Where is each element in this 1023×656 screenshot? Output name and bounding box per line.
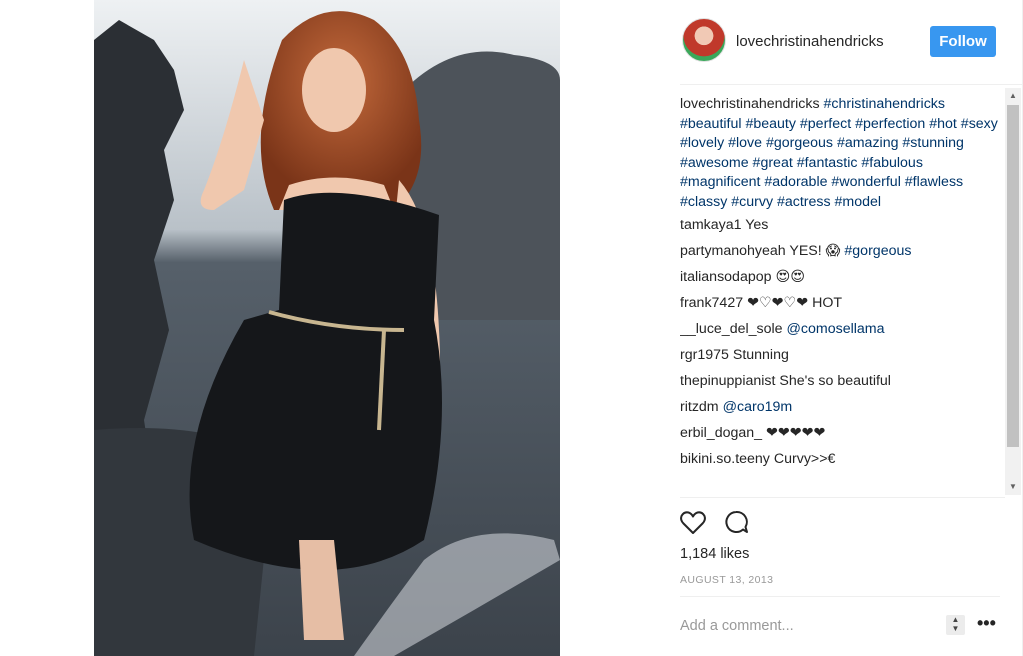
comment-text: Curvy>>€ [773,451,836,467]
heart-icon[interactable] [678,508,708,538]
comment-list[interactable]: lovechristinahendricks #christinahendric… [680,95,1002,495]
spinner-arrows-icon[interactable]: ▲ ▼ [946,615,965,635]
comment-item: bikini.so.teeny Curvy>>€ [680,450,1002,470]
comment-item: __luce_del_sole @comosellama [680,320,1002,340]
comment-username[interactable]: __luce_del_sole [680,321,783,337]
post-sidebar: lovechristinahendricks Follow lovechrist… [665,0,1023,656]
comment-text: ❤❤❤❤❤ [766,425,826,441]
comment-text: YES! 😱 [789,243,841,259]
caption-username[interactable]: lovechristinahendricks [680,96,820,112]
comment-item: partymanohyeah YES! 😱 #gorgeous [680,242,1002,262]
comment-username[interactable]: rgr1975 [680,347,729,363]
divider [680,497,1005,498]
comment-username[interactable]: erbil_dogan_ [680,425,762,441]
comment-username[interactable]: frank7427 [680,295,743,311]
divider [680,596,1000,597]
comment-mention[interactable]: #gorgeous [844,243,911,259]
more-options-button[interactable]: ••• [977,613,996,634]
comment-text: ❤♡❤♡❤ HOT [747,295,843,311]
comment-item: ritzdm @caro19m [680,398,1002,418]
caption: lovechristinahendricks #christinahendric… [680,95,1002,212]
comment-item: italiansodapop 😍😍 [680,268,1002,288]
comment-item: thepinuppianist She's so beautiful [680,372,1002,392]
comment-username[interactable]: italiansodapop [680,269,772,285]
post-header: lovechristinahendricks Follow [665,0,1023,84]
follow-button[interactable]: Follow [930,26,996,57]
comment-item: frank7427 ❤♡❤♡❤ HOT [680,294,1002,314]
comment-username[interactable]: ritzdm [680,399,719,415]
comment-text: Stunning [732,347,789,363]
photo-illustration [94,0,560,656]
post-date: AUGUST 13, 2013 [680,574,774,586]
comment-mention[interactable]: @comosellama [787,321,885,337]
divider [680,84,1023,85]
scrollbar-thumb[interactable] [1007,105,1019,447]
comment-item: erbil_dogan_ ❤❤❤❤❤ [680,424,1002,444]
comment-input[interactable] [680,614,935,638]
arrow-up-icon[interactable]: ▲ [1005,88,1021,104]
caption-hashtags[interactable]: #christinahendricks #beautiful #beauty #… [680,96,998,210]
avatar[interactable] [682,18,726,62]
post-username[interactable]: lovechristinahendricks [736,33,884,50]
likes-count[interactable]: 1,184 likes [680,546,749,562]
post-photo [94,0,560,656]
comment-mention[interactable]: @caro19m [723,399,793,415]
comment-text: Yes [745,217,769,233]
comment-item: rgr1975 Stunning [680,346,1002,366]
arrow-down-icon[interactable]: ▼ [1005,479,1021,495]
speech-bubble-icon[interactable] [722,508,752,538]
comment-username[interactable]: partymanohyeah [680,243,786,259]
comment-username[interactable]: bikini.so.teeny [680,451,770,467]
comment-username[interactable]: tamkaya1 [680,217,742,233]
comments-scrollbar[interactable]: ▲ ▼ [1005,88,1021,495]
comment-item: tamkaya1 Yes [680,216,1002,236]
comment-username[interactable]: thepinuppianist [680,373,775,389]
comment-text: 😍😍 [775,269,806,285]
comment-text: She's so beautiful [779,373,891,389]
